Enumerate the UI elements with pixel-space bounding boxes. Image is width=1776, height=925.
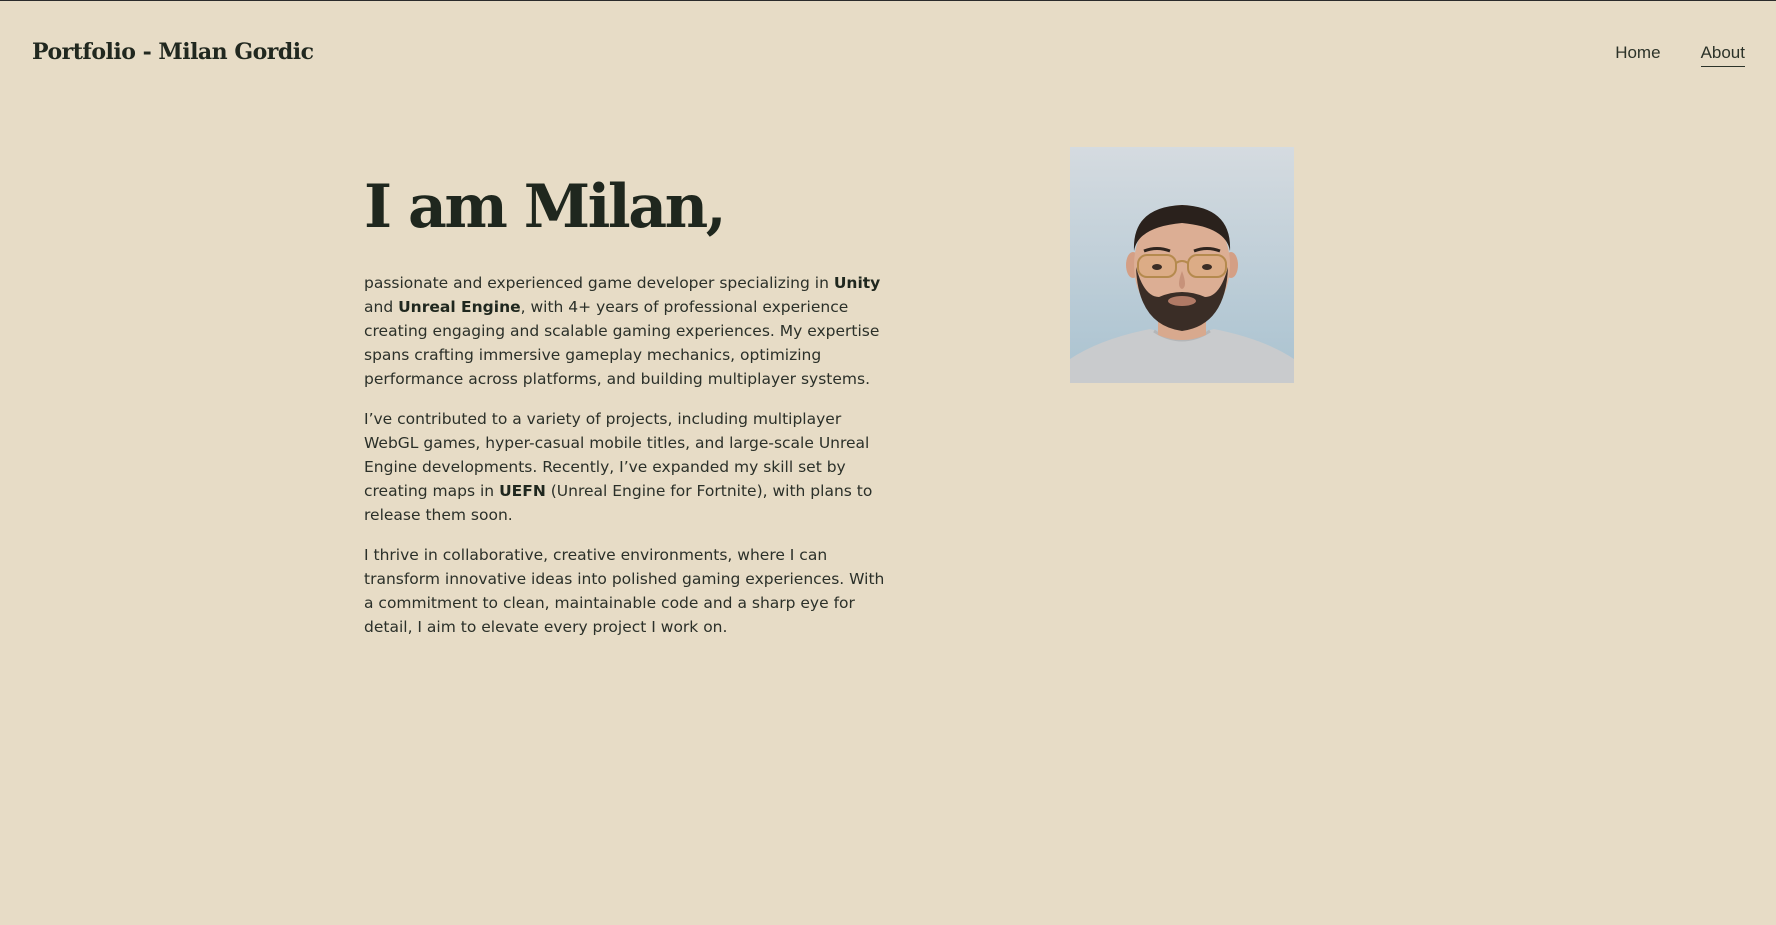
- paragraph-text: passionate and experienced game develope…: [364, 274, 834, 292]
- profile-photo-illustration: [1070, 147, 1294, 383]
- intro-paragraph-1: passionate and experienced game develope…: [364, 271, 894, 391]
- highlight-unity: Unity: [833, 274, 881, 292]
- page-heading: I am Milan,: [364, 172, 727, 242]
- intro-paragraph-2: I’ve contributed to a variety of project…: [364, 407, 894, 527]
- profile-photo: [1070, 147, 1294, 383]
- site-title[interactable]: Portfolio - Milan Gordic: [32, 39, 314, 65]
- highlight-uefn: UEFN: [499, 482, 546, 500]
- nav-home-link[interactable]: Home: [1615, 43, 1660, 67]
- about-section: I am Milan, passionate and experienced g…: [364, 171, 894, 655]
- nav-about-link[interactable]: About: [1700, 43, 1745, 67]
- main-nav: Home About: [1615, 43, 1745, 67]
- highlight-unreal-engine: Unreal Engine: [398, 298, 521, 316]
- paragraph-text: and: [364, 298, 399, 316]
- intro-paragraph-3: I thrive in collaborative, creative envi…: [364, 546, 885, 636]
